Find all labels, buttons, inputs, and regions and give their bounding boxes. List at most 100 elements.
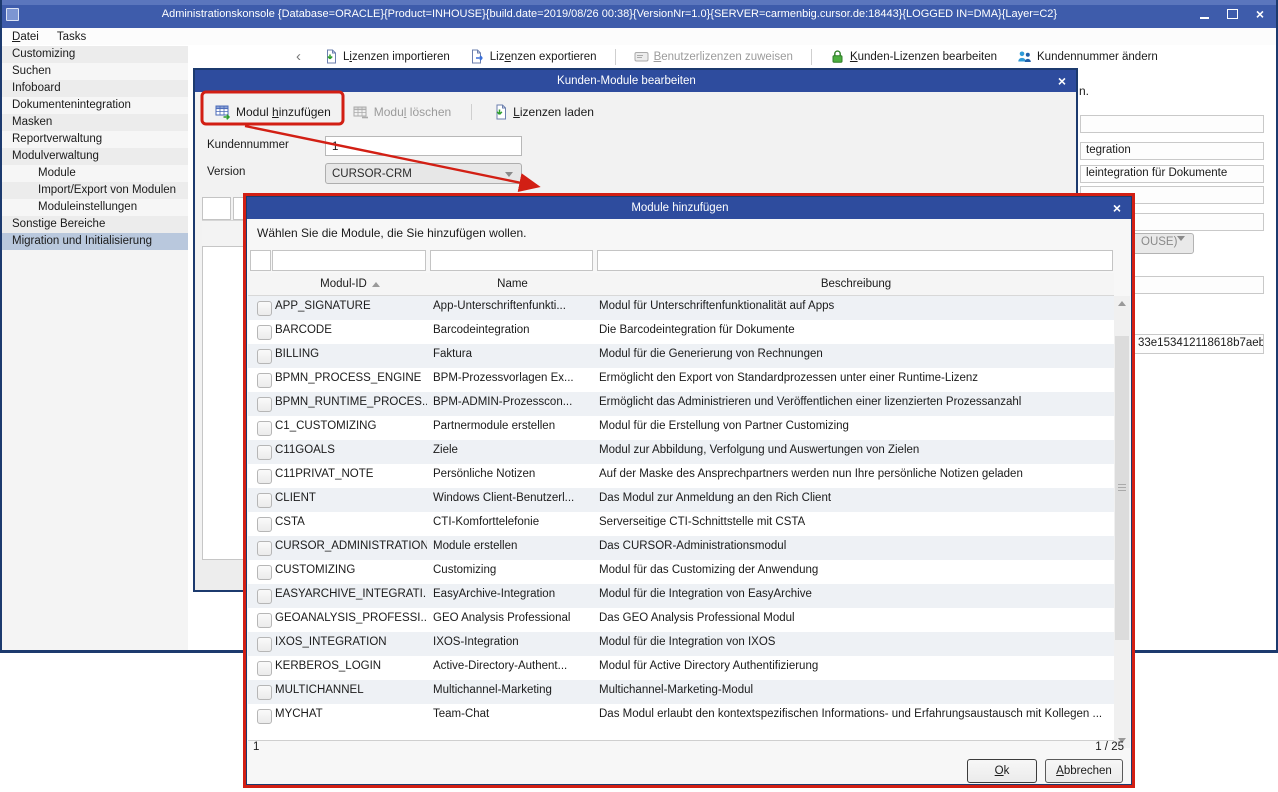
column-header-name[interactable]: Name <box>431 273 594 295</box>
filter-beschreibung-input[interactable] <box>597 250 1113 271</box>
cell-modul-id: CSTA <box>275 516 427 528</box>
scrollbar-thumb[interactable] <box>1115 336 1129 640</box>
toolbar-button-lizenzen-importieren[interactable]: Lizenzen importieren <box>317 47 456 66</box>
menu-item-datei[interactable]: Datei <box>12 31 39 43</box>
dialog-toolbar-button-lizenzen-laden[interactable]: Lizenzen laden <box>486 102 600 122</box>
clipped-text-fragment: n. <box>1079 84 1089 98</box>
ok-button[interactable]: Ok <box>967 759 1037 783</box>
field-label: Kundennummer <box>207 139 289 151</box>
toolbar-button-lizenzen-exportieren[interactable]: Lizenzen exportieren <box>464 47 603 66</box>
table-row-cursor-administration[interactable]: CURSOR_ADMINISTRATIONModule erstellenDas… <box>248 536 1114 560</box>
row-checkbox[interactable] <box>257 661 272 676</box>
table-row-mychat[interactable]: MYCHATTeam-ChatDas Modul erlaubt den kon… <box>248 704 1114 728</box>
cell-beschreibung: Das CURSOR-Administrationsmodul <box>599 540 1111 552</box>
table-row-c1-customizing[interactable]: C1_CUSTOMIZINGPartnermodule erstellenMod… <box>248 416 1114 440</box>
dialog-titlebar[interactable]: Module hinzufügen × <box>247 197 1131 219</box>
dialog1-filter-checkbox-column[interactable] <box>202 197 231 220</box>
clipped-field[interactable]: leintegration für Dokumente <box>1080 165 1264 183</box>
clipped-field[interactable] <box>1080 115 1264 133</box>
row-checkbox[interactable] <box>257 541 272 556</box>
table-row-client[interactable]: CLIENTWindows Client-Benutzerl...Das Mod… <box>248 488 1114 512</box>
close-icon[interactable]: × <box>1113 201 1121 215</box>
sidebar-item-customizing[interactable]: Customizing <box>2 46 188 63</box>
toolbar-button-label: Modul löschen <box>374 105 451 119</box>
row-checkbox[interactable] <box>257 613 272 628</box>
minimize-icon[interactable] <box>1200 9 1209 19</box>
row-checkbox[interactable] <box>257 517 272 532</box>
field-label: Version <box>207 166 245 178</box>
sidebar-item-module[interactable]: Module <box>2 165 188 182</box>
cell-modul-id: MULTICHANNEL <box>275 684 427 696</box>
sidebar-item-moduleinstellungen[interactable]: Moduleinstellungen <box>2 199 188 216</box>
filter-checkbox-column[interactable] <box>250 250 271 271</box>
abbrechen-button[interactable]: Abbrechen <box>1045 759 1123 783</box>
dialog-toolbar-button-modul-hinzuf-gen[interactable]: Modul hinzufügen <box>209 102 337 122</box>
row-checkbox[interactable] <box>257 637 272 652</box>
table-row-billing[interactable]: BILLINGFakturaModul für die Generierung … <box>248 344 1114 368</box>
sidebar-item-reportverwaltung[interactable]: Reportverwaltung <box>2 131 188 148</box>
toolbar-button-label: Lizenzen importieren <box>343 51 450 63</box>
sidebar-item-sonstige-bereiche[interactable]: Sonstige Bereiche <box>2 216 188 233</box>
kundennummer-input[interactable]: 1 <box>325 136 522 156</box>
row-checkbox[interactable] <box>257 325 272 340</box>
cell-name: Faktura <box>433 348 593 360</box>
cell-beschreibung: Modul für die Integration von IXOS <box>599 636 1111 648</box>
sidebar-item-modulverwaltung[interactable]: Modulverwaltung <box>2 148 188 165</box>
row-checkbox[interactable] <box>257 301 272 316</box>
table-row-easyarchive-integrati[interactable]: EASYARCHIVE_INTEGRATI...EasyArchive-Inte… <box>248 584 1114 608</box>
vertical-scrollbar[interactable] <box>1114 296 1130 748</box>
table-row-kerberos-login[interactable]: KERBEROS_LOGINActive-Directory-Authent..… <box>248 656 1114 680</box>
row-checkbox[interactable] <box>257 709 272 724</box>
table-row-multichannel[interactable]: MULTICHANNELMultichannel-MarketingMultic… <box>248 680 1114 704</box>
toolbar-button-kundennummer-ndern[interactable]: Kundennummer ändern <box>1011 47 1164 66</box>
toolbar-button-label: Benutzerlizenzen zuweisen <box>654 51 793 63</box>
table-row-bpmn-process-engine[interactable]: BPMN_PROCESS_ENGINEBPM-Prozessvorlagen E… <box>248 368 1114 392</box>
table-row-app-signature[interactable]: APP_SIGNATUREApp-Unterschriftenfunkti...… <box>248 296 1114 320</box>
scroll-up-icon[interactable] <box>1118 301 1126 306</box>
version-dropdown[interactable]: CURSOR-CRM <box>325 163 522 184</box>
row-checkbox[interactable] <box>257 445 272 460</box>
close-icon[interactable]: × <box>1058 74 1066 88</box>
scrollbar-grip-icon <box>1118 484 1126 492</box>
column-header-modul-id[interactable]: Modul-ID <box>273 273 427 295</box>
table-row-ixos-integration[interactable]: IXOS_INTEGRATIONIXOS-IntegrationModul fü… <box>248 632 1114 656</box>
close-icon[interactable]: × <box>1256 8 1264 20</box>
table-row-customizing[interactable]: CUSTOMIZINGCustomizingModul für das Cust… <box>248 560 1114 584</box>
row-checkbox[interactable] <box>257 421 272 436</box>
cell-modul-id: CLIENT <box>275 492 427 504</box>
filter-name-input[interactable] <box>430 250 593 271</box>
dialog-toolbar: Modul hinzufügen Modul löschen Lizenzen la… <box>209 96 600 128</box>
row-checkbox[interactable] <box>257 685 272 700</box>
main-titlebar[interactable]: Administrationskonsole {Database=ORACLE}… <box>0 0 1278 28</box>
sidebar-item-masken[interactable]: Masken <box>2 114 188 131</box>
table-row-geoanalysis-professi[interactable]: GEOANALYSIS_PROFESSI...GEO Analysis Prof… <box>248 608 1114 632</box>
row-checkbox[interactable] <box>257 565 272 580</box>
row-checkbox[interactable] <box>257 469 272 484</box>
sidebar-item-import-export-von-modulen[interactable]: Import/Export von Modulen <box>2 182 188 199</box>
table-row-c11privat-note[interactable]: C11PRIVAT_NOTEPersönliche NotizenAuf der… <box>248 464 1114 488</box>
table-row-csta[interactable]: CSTACTI-KomforttelefonieServerseitige CT… <box>248 512 1114 536</box>
row-checkbox[interactable] <box>257 493 272 508</box>
sidebar-item-infoboard[interactable]: Infoboard <box>2 80 188 97</box>
row-checkbox[interactable] <box>257 589 272 604</box>
sidebar-item-dokumentenintegration[interactable]: Dokumentenintegration <box>2 97 188 114</box>
sidebar-item-migration-und-initialisierung[interactable]: Migration und Initialisierung <box>2 233 188 250</box>
row-checkbox[interactable] <box>257 397 272 412</box>
column-header-beschreibung[interactable]: Beschreibung <box>598 273 1114 295</box>
table-row-c11goals[interactable]: C11GOALSZieleModul zur Abbildung, Verfol… <box>248 440 1114 464</box>
toolbar-overflow-chevron-icon[interactable]: ‹ <box>296 48 301 65</box>
screen: Administrationskonsole {Database=ORACLE}… <box>0 0 1278 792</box>
doc-export-icon <box>470 49 485 64</box>
menu-item-tasks[interactable]: Tasks <box>57 31 86 43</box>
table-row-barcode[interactable]: BARCODEBarcodeintegrationDie Barcodeinte… <box>248 320 1114 344</box>
toolbar-button-kunden-lizenzen-bearbeiten[interactable]: Kunden-Lizenzen bearbeiten <box>824 47 1003 66</box>
dialog-titlebar[interactable]: Kunden-Module bearbeiten × <box>195 70 1076 92</box>
maximize-icon[interactable] <box>1227 9 1238 19</box>
table-row-bpmn-runtime-proces[interactable]: BPMN_RUNTIME_PROCES...BPM-ADMIN-Prozessc… <box>248 392 1114 416</box>
filter-modul-id-input[interactable] <box>272 250 426 271</box>
row-checkbox[interactable] <box>257 373 272 388</box>
clipped-field[interactable]: tegration <box>1080 142 1264 160</box>
sidebar-item-suchen[interactable]: Suchen <box>2 63 188 80</box>
row-checkbox[interactable] <box>257 349 272 364</box>
cell-beschreibung: Auf der Maske des Ansprechpartners werde… <box>599 468 1111 480</box>
